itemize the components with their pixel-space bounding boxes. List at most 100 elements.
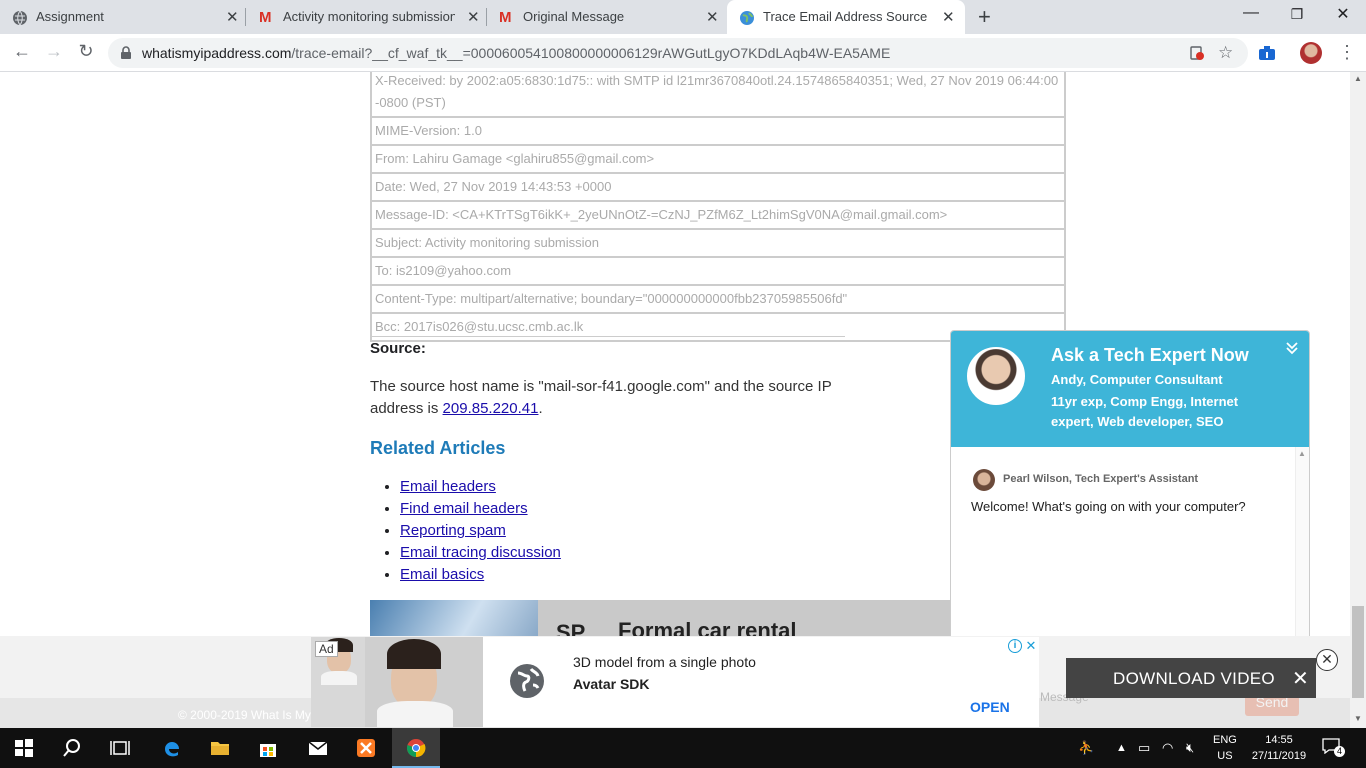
notification-count: 4 xyxy=(1334,746,1345,757)
windows-taskbar: ⛹ ▲ ▭ ◠ 🔇︎ ENG US 14:55 27/11/2019 4 xyxy=(0,728,1366,768)
address-bar[interactable]: whatismyipaddress.com/trace-email?__cf_w… xyxy=(108,38,1248,68)
tab-activity-monitoring[interactable]: M Activity monitoring submission - ✕ xyxy=(247,0,485,34)
car-rental-ad[interactable]: SP Formal car rental xyxy=(370,600,950,636)
task-view-button[interactable] xyxy=(96,728,144,768)
store-icon xyxy=(260,744,276,757)
tab-close-icon[interactable]: ✕ xyxy=(226,8,239,26)
download-video-button[interactable]: DOWNLOAD VIDEO ✕ xyxy=(1066,658,1316,698)
taskbar-mail[interactable] xyxy=(294,728,342,768)
star-icon[interactable]: ☆ xyxy=(1218,43,1233,63)
bottom-ad-banner[interactable]: Ad 3D model from a single photo Avatar S… xyxy=(311,637,1039,727)
tab-title: Assignment xyxy=(36,9,104,24)
tech-expert-chat-widget: Ask a Tech Expert Now Andy, Computer Con… xyxy=(950,330,1310,640)
browser-toolbar: ← → ↻ whatismyipaddress.com/trace-email?… xyxy=(0,34,1366,72)
system-clock[interactable]: 14:55 27/11/2019 xyxy=(1246,732,1312,764)
clock-date: 27/11/2019 xyxy=(1251,750,1307,762)
edge-icon xyxy=(165,742,179,757)
tab-original-message[interactable]: M Original Message ✕ xyxy=(487,0,727,34)
chat-title: Ask a Tech Expert Now xyxy=(1051,345,1249,365)
table-row: Message-ID: <CA+KTrTSgT6ikK+_2yeUNnOtZ-=… xyxy=(370,200,1066,230)
copyright-text: © 2000-2019 What Is My xyxy=(178,708,311,722)
collapse-chevron-icon[interactable] xyxy=(1285,341,1299,355)
related-link-email-headers[interactable]: Email headers xyxy=(400,478,496,495)
tab-close-icon[interactable]: ✕ xyxy=(467,8,480,26)
table-cell: X-Received: by 2002:a05:6830:1d75:: with… xyxy=(370,72,1066,118)
expert-avatar xyxy=(967,347,1025,405)
extension-icon[interactable] xyxy=(1258,45,1276,61)
table-row: MIME-Version: 1.0 xyxy=(370,116,1066,146)
source-text: The source host name is "mail-sor-f41.go… xyxy=(370,376,850,420)
tab-close-icon[interactable]: ✕ xyxy=(706,8,719,26)
scroll-down-icon[interactable]: ▼ xyxy=(1354,714,1362,723)
folder-icon xyxy=(211,742,229,755)
download-video-close-icon[interactable]: ✕ xyxy=(1292,666,1309,691)
table-row: Subject: Activity monitoring submission xyxy=(370,228,1066,258)
chrome-icon xyxy=(406,739,426,758)
tab-close-icon[interactable]: ✕ xyxy=(942,8,955,26)
url-path: /trace-email?__cf_waf_tk__=0000600541008… xyxy=(291,45,891,61)
scrollbar-thumb[interactable] xyxy=(1352,606,1364,698)
new-tab-button[interactable]: + xyxy=(978,4,991,30)
ad-headline: 3D model from a single photo xyxy=(573,654,756,670)
taskbar-file-explorer[interactable] xyxy=(196,728,244,768)
tab-trace-email[interactable]: Trace Email Address Source ✕ xyxy=(727,0,965,35)
taskbar-edge[interactable] xyxy=(148,728,196,768)
source-text-after: . xyxy=(538,400,543,417)
source-text-before: The source host name is "mail-sor-f41.go… xyxy=(370,378,832,417)
table-row: Date: Wed, 27 Nov 2019 14:43:53 +0000 xyxy=(370,172,1066,202)
taskbar-xampp[interactable] xyxy=(342,728,390,768)
taskbar-chrome[interactable] xyxy=(392,728,440,768)
gmail-icon: M xyxy=(259,9,272,26)
related-link-email-basics[interactable]: Email basics xyxy=(400,566,484,583)
related-link-email-tracing[interactable]: Email tracing discussion xyxy=(400,544,561,561)
ad-advertiser: Avatar SDK xyxy=(573,676,650,692)
ad-info-icon[interactable]: i xyxy=(1008,639,1022,653)
circle-close-icon[interactable]: ✕ xyxy=(1316,649,1338,671)
list-item: Find email headers xyxy=(400,498,561,520)
volume-mute-icon[interactable]: 🔇︎ xyxy=(1186,740,1194,756)
profile-avatar[interactable] xyxy=(1300,42,1322,64)
forward-arrow-icon[interactable]: → xyxy=(42,41,66,62)
action-center-icon[interactable]: 4 xyxy=(1322,738,1345,758)
windows-logo-icon xyxy=(15,739,33,757)
search-button[interactable] xyxy=(48,728,96,768)
blocked-popup-icon[interactable] xyxy=(1190,46,1204,60)
back-arrow-icon[interactable]: ← xyxy=(10,41,34,62)
table-row: Content-Type: multipart/alternative; bou… xyxy=(370,284,1066,314)
tab-title: Trace Email Address Source xyxy=(763,9,928,24)
scroll-up-icon[interactable]: ▲ xyxy=(1354,74,1362,83)
taskbar-store[interactable] xyxy=(244,728,292,768)
menu-kebab-icon[interactable]: ⋮ xyxy=(1338,42,1356,63)
screen: { "browser": { "tabs": [ {"title": "Assi… xyxy=(0,0,1366,768)
source-ip-link[interactable]: 209.85.220.41 xyxy=(443,400,539,417)
chat-header: Ask a Tech Expert Now Andy, Computer Con… xyxy=(951,331,1309,447)
url-host: whatismyipaddress.com xyxy=(142,45,292,61)
reload-icon[interactable]: ↻ xyxy=(74,41,98,62)
scroll-up-icon[interactable]: ▲ xyxy=(1298,449,1306,458)
related-link-reporting-spam[interactable]: Reporting spam xyxy=(400,522,506,539)
tab-assignment[interactable]: Assignment ✕ xyxy=(0,0,245,34)
people-icon[interactable]: ⛹ xyxy=(1078,740,1094,756)
language-indicator[interactable]: ENG US xyxy=(1213,732,1237,764)
table-cell: To: is2109@yahoo.com xyxy=(370,256,1066,286)
expert-description: 11yr exp, Comp Engg, Internet expert, We… xyxy=(1051,394,1239,429)
source-label: Source: xyxy=(370,340,426,357)
related-link-find-email-headers[interactable]: Find email headers xyxy=(400,500,528,517)
tab-title: Activity monitoring submission - xyxy=(283,9,455,24)
tray-chevron-up-icon[interactable]: ▲ xyxy=(1116,742,1127,754)
wifi-icon[interactable]: ◠ xyxy=(1162,740,1173,756)
ad-close-icon[interactable]: ✕ xyxy=(1024,639,1038,653)
battery-icon[interactable]: ▭ xyxy=(1138,740,1150,756)
list-item: Email headers xyxy=(400,476,561,498)
chat-scrollbar[interactable]: ▲ xyxy=(1295,447,1309,639)
restore-icon[interactable]: ❐ xyxy=(1274,6,1320,23)
window-close-icon[interactable]: ✕ xyxy=(1320,4,1366,24)
gmail-icon: M xyxy=(499,9,512,26)
start-button[interactable] xyxy=(0,728,48,768)
minimize-icon[interactable]: — xyxy=(1228,4,1274,22)
download-video-label: DOWNLOAD VIDEO xyxy=(1113,669,1275,688)
table-cell: Message-ID: <CA+KTrTSgT6ikK+_2yeUNnOtZ-=… xyxy=(370,200,1066,230)
ad-open-button[interactable]: OPEN xyxy=(970,699,1010,715)
task-view-icon xyxy=(110,741,130,755)
email-header-table: X-Received: by 2002:a05:6830:1d75:: with… xyxy=(370,72,1066,342)
